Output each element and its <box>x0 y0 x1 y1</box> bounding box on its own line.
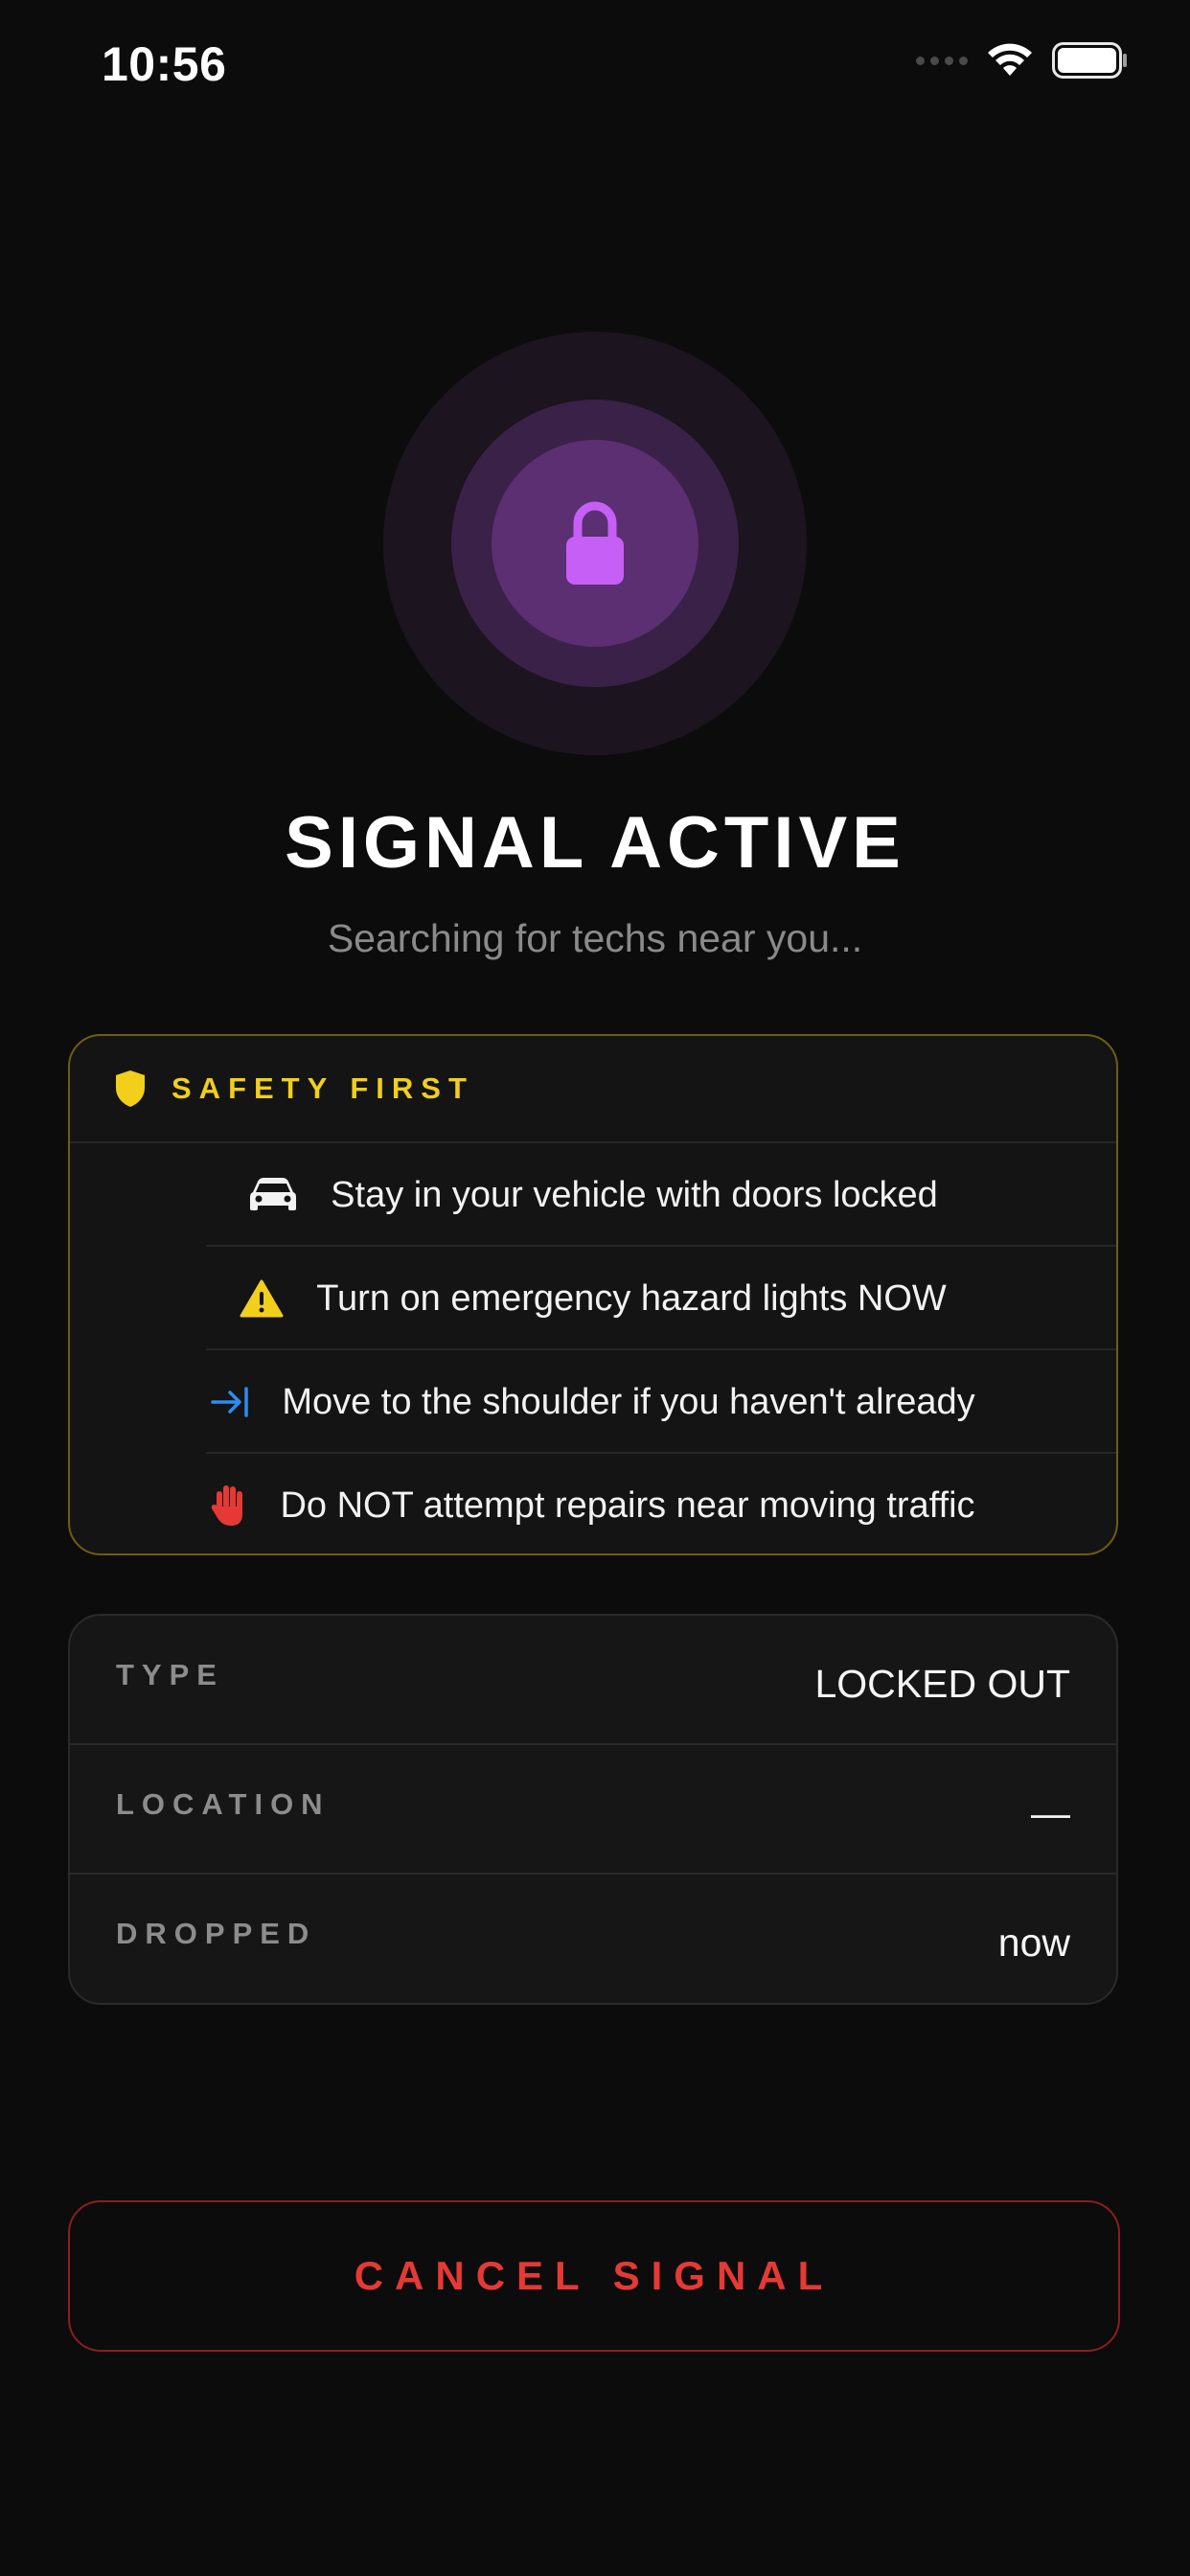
cancel-signal-button[interactable]: CANCEL SIGNAL <box>68 2200 1120 2352</box>
status-time: 10:56 <box>102 37 227 91</box>
battery-icon <box>1052 42 1127 79</box>
page-title: SIGNAL ACTIVE <box>285 802 905 884</box>
safety-tip-text: Turn on emergency hazard lights NOW <box>316 1277 947 1319</box>
hand-stop-icon <box>211 1484 247 1528</box>
cellular-signal-icon <box>916 56 968 65</box>
detail-value: LOCKED OUT <box>814 1662 1070 1706</box>
shield-icon <box>116 1070 145 1107</box>
beacon-core <box>492 440 698 647</box>
detail-value: now <box>997 1920 1070 1965</box>
detail-label: LOCATION <box>116 1787 331 1821</box>
page-subtitle: Searching for techs near you... <box>327 916 863 960</box>
detail-row-type: TYPE LOCKED OUT <box>70 1616 1116 1745</box>
safety-tip: Do NOT attempt repairs near moving traff… <box>70 1454 1116 1553</box>
safety-tip-text: Stay in your vehicle with doors locked <box>331 1174 938 1215</box>
safety-header-label: SAFETY FIRST <box>172 1071 474 1105</box>
detail-value: — <box>1031 1791 1070 1835</box>
detail-row-location: LOCATION — <box>70 1745 1116 1874</box>
car-icon <box>248 1176 298 1214</box>
status-icons <box>916 42 1129 79</box>
warning-icon <box>240 1279 284 1318</box>
safety-tip-text: Do NOT attempt repairs near moving traff… <box>280 1484 975 1526</box>
detail-label: DROPPED <box>116 1917 317 1950</box>
safety-header: SAFETY FIRST <box>70 1036 1116 1143</box>
wifi-icon <box>988 43 1032 76</box>
safety-tip: Move to the shoulder if you haven't alre… <box>70 1350 1116 1454</box>
safety-card: SAFETY FIRST Stay in your vehicle with d… <box>68 1034 1118 1555</box>
signal-details-card: TYPE LOCKED OUT LOCATION — DROPPED now <box>68 1614 1118 2005</box>
safety-tip: Stay in your vehicle with doors locked <box>70 1143 1116 1247</box>
lock-icon <box>566 501 624 585</box>
signal-beacon <box>383 332 807 755</box>
detail-label: TYPE <box>116 1658 224 1691</box>
arrow-right-to-line-icon <box>211 1385 249 1419</box>
safety-tip-text: Move to the shoulder if you haven't alre… <box>282 1381 975 1422</box>
safety-tip: Turn on emergency hazard lights NOW <box>70 1247 1116 1350</box>
beacon-ring <box>451 400 739 687</box>
detail-row-dropped: DROPPED now <box>70 1874 1116 2003</box>
